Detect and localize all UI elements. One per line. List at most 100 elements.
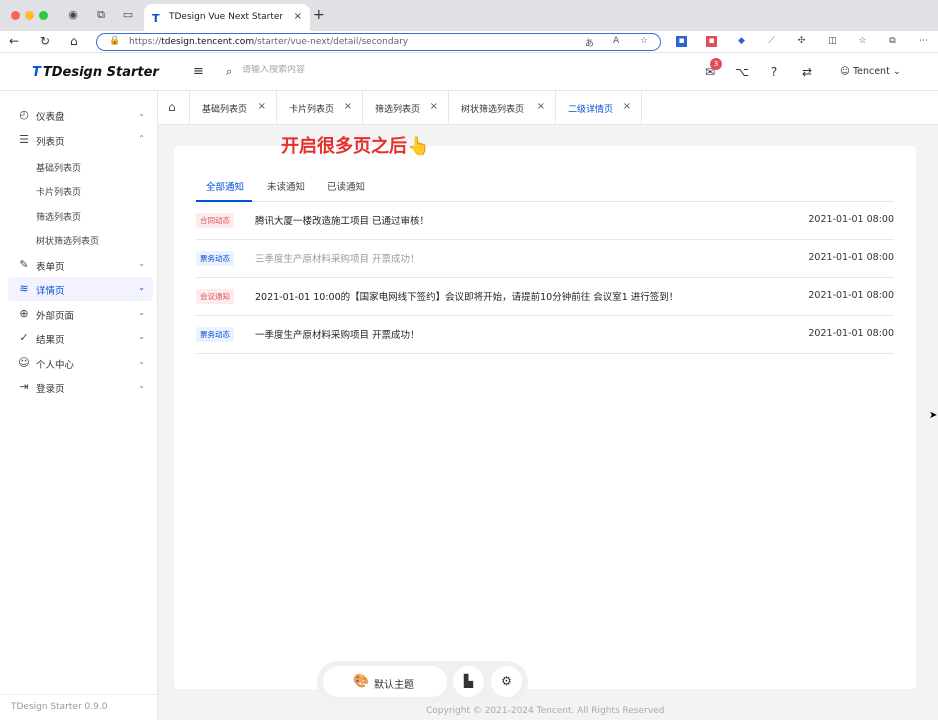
notice-content: 三季度生产原材料采购项目 开票成功！ (255, 254, 420, 265)
help-circle-icon[interactable]: ? (767, 65, 781, 79)
close-icon[interactable]: × (537, 101, 545, 112)
notice-tag: 会议通知 (196, 289, 234, 304)
user-circle-icon: ☺ (18, 356, 30, 369)
browser-tab-bar: ◉ ⧉ ▭ T TDesign Vue Next Starter × + (0, 0, 938, 31)
close-icon[interactable]: × (258, 101, 266, 112)
page-tab-bar: ⌂ 基础列表页 × 卡片列表页 × 筛选列表页 × 树状筛选列表页 × 二级详情… (158, 91, 938, 125)
notice-row[interactable]: 票务动态 一季度生产原材料采购项目 开票成功！ 2021-01-01 08:00 (196, 316, 894, 354)
chevron-down-icon: ⌄ (138, 109, 145, 118)
tab-read-notices[interactable]: 已读通知 (327, 179, 365, 193)
tab-label: 卡片列表页 (289, 105, 335, 115)
workspaces-icon[interactable]: ⧉ (94, 8, 108, 22)
tab-tree-filter-list[interactable]: 树状筛选列表页 × (449, 91, 556, 125)
version-text: TDesign Starter 0.9.0 (11, 702, 108, 712)
close-icon[interactable]: × (623, 101, 631, 112)
user-menu[interactable]: ☺ Tencent ⌄ (840, 66, 901, 77)
sidebar-item-label: 表单页 (36, 262, 65, 273)
check-circle-icon: ✓ (19, 331, 29, 344)
annotation-text: 开启很多页之后👆 (281, 136, 430, 157)
sidebar-nav: ◴ 仪表盘 ⌄ ☰ 列表页 ⌃ 基础列表页 卡片列表页 筛选列表页 树状筛选列表… (0, 91, 158, 720)
refresh-button[interactable]: ↻ (40, 34, 50, 48)
window-maximize-button[interactable] (39, 11, 48, 20)
split-screen-icon[interactable]: ◫ (827, 36, 838, 47)
window-minimize-button[interactable] (25, 11, 34, 20)
github-icon[interactable]: ⌥ (735, 65, 749, 79)
extension-4-icon[interactable]: ⟋ (766, 36, 777, 47)
sidebar-subitem-base-list[interactable]: 基础列表页 (36, 161, 81, 174)
tab-card-list[interactable]: 卡片列表页 × (277, 91, 363, 125)
favorite-star-icon[interactable]: ☆ (640, 36, 648, 46)
layout-button[interactable]: ▙ (453, 666, 484, 697)
sidebar-subitem-card-list[interactable]: 卡片列表页 (36, 185, 81, 198)
window-close-button[interactable] (11, 11, 20, 20)
notice-time: 2021-01-01 08:00 (808, 290, 894, 301)
app-header: TTDesign Starter ≡ ⌕ ✉ 3 ⌥ ? ⇄ ☺ Tencent… (0, 53, 938, 91)
extensions-puzzle-icon[interactable]: ✣ (796, 36, 807, 47)
sidebar-item-login[interactable]: ⇥ 登录页 ⌄ (8, 375, 153, 399)
app-logo[interactable]: T TDesign Starter (32, 65, 159, 80)
chevron-down-icon: ⌄ (138, 283, 145, 292)
url-field[interactable]: 🔒 https://tdesign.tencent.com/starter/vu… (96, 33, 661, 51)
menu-toggle-icon[interactable]: ≡ (193, 64, 204, 79)
profile-avatar-icon[interactable]: ◉ (66, 8, 80, 22)
search-icon: ⌕ (226, 65, 233, 78)
notice-content: 2021-01-01 10:00的【国家电网线下签约】会议即将开始，请提前10分… (255, 292, 679, 303)
extension-2-icon[interactable]: ▪ (706, 36, 717, 47)
sidebar-item-list[interactable]: ☰ 列表页 ⌃ (8, 128, 153, 152)
close-icon[interactable]: × (430, 101, 438, 112)
browser-tab-title: TDesign Vue Next Starter (169, 12, 284, 22)
sidebar-item-label: 外部页面 (36, 311, 75, 322)
browser-tab-active[interactable]: T TDesign Vue Next Starter × (144, 4, 310, 31)
globe-icon: ⊕ (19, 307, 29, 320)
extension-1-icon[interactable]: ▪ (676, 36, 687, 47)
chevron-down-icon: ⌄ (138, 259, 145, 268)
tab-home[interactable]: ⌂ (158, 91, 190, 125)
list-icon: ☰ (19, 133, 29, 146)
tab-filter-list[interactable]: 筛选列表页 × (363, 91, 449, 125)
tab-secondary-detail[interactable]: 二级详情页 × (556, 91, 642, 125)
extension-3-icon[interactable]: ◆ (736, 36, 747, 47)
chevron-down-icon: ⌄ (138, 332, 145, 341)
notice-row[interactable]: 合同动态 腾讯大厦一楼改造施工项目 已通过审核！ 2021-01-01 08:0… (196, 202, 894, 240)
sidebar-item-label: 列表页 (36, 137, 65, 148)
theme-toolbar: 🎨 默认主题 ▙ ⚙ (317, 661, 528, 703)
tab-all-notices[interactable]: 全部通知 (206, 179, 244, 193)
sidebar-item-detail[interactable]: ≋ 详情页 ⌄ (8, 277, 153, 301)
notice-tag: 票务动态 (196, 327, 234, 342)
translate-switch-icon[interactable]: ⇄ (800, 65, 814, 79)
login-icon: ⇥ (19, 380, 29, 393)
favorites-icon[interactable]: ☆ (857, 36, 868, 47)
search-input[interactable] (242, 65, 402, 75)
browser-tab-close-icon[interactable]: × (294, 11, 302, 22)
notice-time: 2021-01-01 08:00 (808, 252, 894, 263)
theme-button[interactable]: 🎨 默认主题 (323, 666, 447, 697)
sidebar-item-dashboard[interactable]: ◴ 仪表盘 ⌄ (8, 103, 153, 127)
tab-base-list[interactable]: 基础列表页 × (190, 91, 277, 125)
more-options-icon[interactable]: ⋯ (918, 36, 929, 47)
notice-row[interactable]: 会议通知 2021-01-01 10:00的【国家电网线下签约】会议即将开始，请… (196, 278, 894, 316)
sidebar-item-user-center[interactable]: ☺ 个人中心 ⌄ (8, 351, 153, 375)
new-tab-button[interactable]: + (313, 7, 325, 23)
home-button[interactable]: ⌂ (70, 34, 78, 48)
sidebar-item-result[interactable]: ✓ 结果页 ⌄ (8, 326, 153, 350)
tab-actions-icon[interactable]: ▭ (121, 8, 135, 22)
sidebar-subitem-filter-list[interactable]: 筛选列表页 (36, 210, 81, 223)
translate-icon[interactable]: あ (585, 36, 594, 49)
tdesign-favicon-icon: T (152, 12, 160, 25)
notice-row[interactable]: 票务动态 三季度生产原材料采购项目 开票成功！ 2021-01-01 08:00 (196, 240, 894, 278)
back-button[interactable]: ← (9, 34, 19, 48)
sidebar-subitem-tree-filter-list[interactable]: 树状筛选列表页 (36, 234, 99, 247)
sidebar-item-label: 登录页 (36, 384, 65, 395)
tab-label: 二级详情页 (568, 105, 614, 115)
layers-icon: ≋ (19, 282, 29, 295)
notice-time: 2021-01-01 08:00 (808, 328, 894, 339)
sidebar-item-label: 结果页 (36, 335, 65, 346)
settings-button[interactable]: ⚙ (491, 666, 522, 697)
collections-icon[interactable]: ⧉ (887, 36, 898, 47)
sidebar-item-external[interactable]: ⊕ 外部页面 ⌄ (8, 302, 153, 326)
close-icon[interactable]: × (344, 101, 352, 112)
sidebar-item-form[interactable]: ✎ 表单页 ⌄ (8, 253, 153, 277)
read-aloud-icon[interactable]: A (613, 36, 619, 46)
sidebar-item-label: 详情页 (36, 286, 65, 297)
tab-unread-notices[interactable]: 未读通知 (267, 179, 305, 193)
